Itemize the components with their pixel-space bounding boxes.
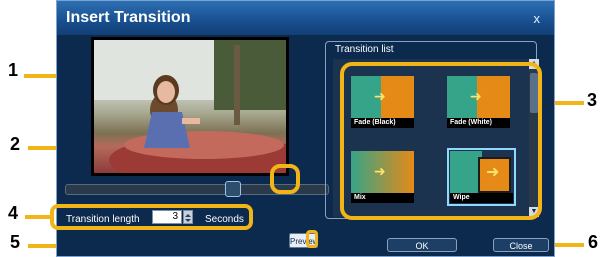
- ok-button[interactable]: OK: [387, 238, 457, 252]
- dialog-title: Insert Transition: [66, 9, 191, 26]
- title-bar: Insert Transition x: [57, 1, 554, 35]
- callout-4-line: [25, 215, 51, 219]
- callout-4: 4: [8, 203, 19, 223]
- preview-video: [91, 37, 289, 176]
- transition-list-label: Transition list: [335, 44, 394, 55]
- callout-3-highlight: [340, 62, 542, 220]
- callout-5: 5: [10, 232, 21, 252]
- callout-3: 3: [587, 90, 598, 110]
- video-frame-image: [94, 40, 286, 173]
- close-x-icon[interactable]: x: [534, 11, 541, 26]
- callout-5-highlight: [306, 230, 318, 248]
- timeline-slider-thumb[interactable]: [225, 181, 241, 197]
- callout-4-highlight: [50, 204, 253, 230]
- callout-2-highlight: [270, 164, 300, 194]
- callout-6: 6: [588, 232, 599, 252]
- callout-1: 1: [8, 60, 19, 80]
- child-on-slide-image: [94, 40, 286, 173]
- callout-2: 2: [10, 134, 21, 154]
- close-button[interactable]: Close: [493, 238, 549, 252]
